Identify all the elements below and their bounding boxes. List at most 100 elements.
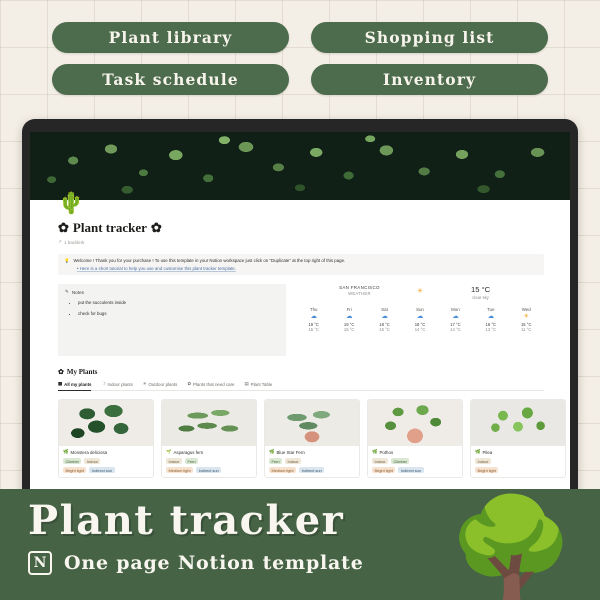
- cactus-emoji-icon: 🌵: [58, 192, 85, 215]
- pill-button-plant-library[interactable]: Plant library: [52, 22, 289, 53]
- tab-plants-that-need-care[interactable]: ✿ Plants that need care: [187, 381, 234, 387]
- status-badge: Indoor: [166, 458, 183, 465]
- pill-button-task-schedule[interactable]: Task schedule: [52, 64, 289, 95]
- backlink-indicator[interactable]: ↗ 1 backlink: [58, 239, 544, 245]
- status-badge: Fern: [269, 458, 282, 465]
- plant-card[interactable]: 🌱 Asparagus fern Indoor Fern Medium ligh…: [161, 399, 257, 479]
- plant-card[interactable]: 🌿 Blue Star Fern Fern Indoor Medium ligh…: [264, 399, 360, 479]
- callout-text: Welcome ! Thank you for your purchase ! …: [73, 258, 346, 263]
- page-cover-image: 🌵: [30, 132, 570, 214]
- laptop-mockup: 🌵 ✿ Plant tracker ✿ ↗ 1 backlink 💡 Welco…: [22, 119, 578, 539]
- plant-name-label: Blue Star Fern: [276, 449, 305, 455]
- status-badge: Climber: [391, 458, 410, 465]
- current-temperature: 15 °C: [471, 285, 491, 295]
- cloud-icon: ☁: [345, 313, 353, 321]
- plant-card-gallery: 🌿 Monstera deliciosa Climber Indoor Brig…: [58, 399, 566, 479]
- plant-photo: [59, 400, 153, 447]
- cloud-icon: ☁: [416, 313, 424, 321]
- status-badge: Indoor: [84, 458, 101, 465]
- banner-subtitle-row: N One page Notion template: [28, 551, 364, 575]
- forecast-day-name: Tue: [487, 307, 495, 313]
- weather-subtitle: WEATHER: [348, 291, 371, 297]
- grid-icon: ▦: [58, 381, 63, 387]
- tab-label: All my plants: [64, 381, 92, 387]
- plant-emoji-icon: 🌿: [63, 449, 69, 455]
- tab-label: Outdoor plants: [148, 381, 178, 387]
- quick-links-bar: Plant library Shopping list Task schedul…: [0, 22, 600, 95]
- status-badge: Medium light: [166, 467, 194, 474]
- sun-icon: ✳: [142, 381, 147, 387]
- callout-tutorial-link[interactable]: • Here is a short tutorial to help you u…: [77, 266, 538, 271]
- plant-name-label: Pothos: [379, 449, 394, 455]
- plant-card[interactable]: 🌿 Pilea Indoor Bright light: [470, 399, 566, 479]
- plant-light-tags: Bright light Indirect sun: [63, 467, 149, 474]
- plant-type-tags: Indoor Fern: [166, 458, 252, 465]
- banner-subtitle: One page Notion template: [64, 552, 364, 574]
- cloud-icon: ☁: [452, 313, 459, 321]
- tab-indoor-plants[interactable]: ☽ Indoor plants: [101, 381, 132, 387]
- plant-emoji-icon: 🌿: [372, 449, 378, 455]
- forecast-day-name: Wed: [521, 307, 531, 313]
- forecast-low: 11 °C: [521, 326, 532, 332]
- plant-emoji-icon: 🌿: [475, 449, 481, 455]
- backlink-label: 1 backlink: [63, 239, 85, 245]
- plant-name-label: Asparagus fern: [173, 449, 204, 455]
- plant-light-tags: Medium light Indirect sun: [166, 467, 252, 474]
- bonsai-tree-icon: 🌳: [446, 494, 577, 600]
- status-badge: Indoor: [285, 458, 302, 465]
- plant-card[interactable]: 🌿 Pothos Indoor Climber Bright light Ind…: [367, 399, 463, 479]
- weather-forecast-row: Thu ☁ 19 °C 15 °C Fri ☁ 19 °C 15 °C Sat …: [296, 307, 544, 331]
- notes-heading-label: Notes: [71, 289, 84, 295]
- plant-type-tags: Climber Indoor: [63, 458, 149, 465]
- plant-name-label: Monstera deliciosa: [70, 449, 108, 455]
- plant-light-tags: Bright light: [475, 467, 561, 474]
- pill-button-shopping-list[interactable]: Shopping list: [311, 22, 548, 53]
- bottom-banner: Plant tracker N One page Notion template…: [0, 489, 600, 600]
- cloud-icon: ☁: [487, 313, 495, 321]
- plant-photo: [368, 400, 462, 447]
- cloud-icon: ☁: [310, 313, 317, 321]
- plant-emoji-icon: 🌱: [166, 449, 172, 455]
- weather-city-name: SAN FRANCISCO: [339, 285, 380, 291]
- status-badge: Bright light: [475, 467, 499, 474]
- plant-type-tags: Indoor Climber: [372, 458, 458, 465]
- plant-card[interactable]: 🌿 Monstera deliciosa Climber Indoor Brig…: [58, 399, 154, 479]
- notes-list: put the succulents inside check for bugs: [65, 300, 279, 317]
- notion-logo-icon: N: [28, 551, 52, 575]
- plant-type-tags: Indoor: [475, 458, 561, 465]
- status-badge: Indirect sun: [299, 467, 325, 474]
- status-badge: Climber: [63, 458, 82, 465]
- status-badge: Indoor: [372, 458, 389, 465]
- forecast-day: Sun ☁ 18 °C 14 °C: [402, 307, 437, 331]
- plant-name: 🌱 Asparagus fern: [166, 449, 252, 455]
- forecast-day: Tue ☁ 16 °C 13 °C: [473, 307, 508, 331]
- status-badge: Bright light: [372, 467, 396, 474]
- cloud-icon: ☁: [381, 313, 388, 321]
- plant-name: 🌿 Pothos: [372, 449, 458, 455]
- tab-all-my-plants[interactable]: ▦ All my plants: [58, 381, 92, 392]
- notes-heading: ✎ Notes: [65, 289, 279, 295]
- plant-name: 🌿 Monstera deliciosa: [63, 449, 149, 455]
- forecast-low: 13 °C: [485, 326, 497, 332]
- forecast-day: Thu ☁ 19 °C 15 °C: [296, 307, 331, 331]
- tab-label: Indoor plants: [107, 381, 133, 387]
- forecast-day: Fri ☁ 19 °C 15 °C: [331, 307, 366, 331]
- plant-photo: [265, 400, 359, 447]
- plant-type-tags: Fern Indoor: [269, 458, 355, 465]
- list-item[interactable]: check for bugs: [78, 311, 279, 317]
- notion-page-content: ✿ Plant tracker ✿ ↗ 1 backlink 💡 Welcome…: [30, 200, 570, 479]
- pill-button-inventory[interactable]: Inventory: [311, 64, 548, 95]
- tab-outdoor-plants[interactable]: ✳ Outdoor plants: [143, 381, 178, 387]
- plant-name-label: Pilea: [482, 449, 493, 455]
- two-column-row: ✎ Notes put the succulents inside check …: [58, 284, 544, 357]
- tab-label: Plants that need care: [193, 381, 235, 387]
- welcome-callout: 💡 Welcome ! Thank you for your purchase …: [58, 254, 544, 276]
- pencil-icon: ✎: [65, 289, 69, 295]
- database-view-tabs: ▦ All my plants ☽ Indoor plants ✳ Outdoo…: [58, 381, 544, 392]
- moon-icon: ☽: [101, 381, 106, 387]
- tab-plant-table[interactable]: ▤ Plant Table: [245, 381, 273, 387]
- forecast-day-name: Sat: [381, 307, 388, 313]
- tab-label: Plant Table: [250, 381, 273, 387]
- weather-current: 15 °C clear sky: [423, 285, 538, 300]
- list-item[interactable]: put the succulents inside: [78, 300, 279, 306]
